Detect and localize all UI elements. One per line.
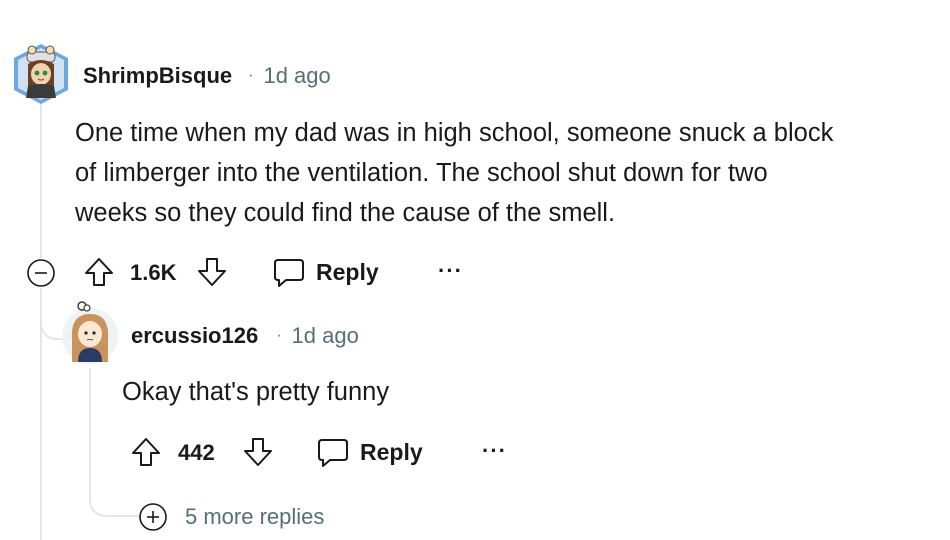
- downvote-button[interactable]: [196, 255, 228, 289]
- thread-line-main[interactable]: [40, 100, 42, 258]
- reply-button[interactable]: Reply: [272, 256, 379, 288]
- upvote-button[interactable]: [83, 255, 115, 289]
- reply-header: ercussio126 · 1d ago: [131, 323, 359, 349]
- collapse-button[interactable]: [26, 258, 56, 288]
- collapse-icon: [27, 259, 55, 287]
- reply-author[interactable]: ercussio126: [131, 323, 258, 349]
- thread-connector-more: [89, 480, 139, 517]
- comment-author[interactable]: ShrimpBisque: [83, 63, 232, 89]
- reply-icon: [318, 439, 348, 467]
- downvote-button[interactable]: [242, 435, 274, 469]
- thread-connector: [40, 288, 62, 340]
- meta-separator: ·: [248, 67, 254, 84]
- more-replies-label: 5 more replies: [185, 504, 325, 529]
- comment-body-line: of limberger into the ventilation. The s…: [75, 159, 768, 187]
- vote-count: 442: [178, 440, 215, 465]
- downvote-icon: [198, 258, 226, 286]
- more-options-button[interactable]: ···: [438, 258, 463, 284]
- vote-count: 1.6K: [130, 260, 177, 285]
- meta-separator: ·: [276, 327, 282, 344]
- comment-body-line: One time when my dad was in high school,…: [75, 119, 834, 147]
- comment-age[interactable]: 1d ago: [263, 63, 330, 89]
- more-replies-button[interactable]: 5 more replies: [138, 502, 324, 532]
- more-options-button[interactable]: ···: [482, 438, 507, 464]
- reply-body: Okay that's pretty funny: [122, 378, 390, 406]
- expand-icon: [139, 503, 167, 531]
- reply-label: Reply: [316, 258, 379, 285]
- reply-age[interactable]: 1d ago: [292, 323, 359, 349]
- comment-body-line: weeks so they could find the cause of th…: [75, 199, 616, 227]
- reply-icon: [274, 259, 304, 287]
- upvote-icon: [132, 438, 160, 466]
- comment-body: One time when my dad was in high school,…: [75, 113, 945, 233]
- reply-button[interactable]: Reply: [316, 436, 423, 468]
- avatar[interactable]: [10, 38, 72, 106]
- avatar-image: [14, 44, 68, 104]
- downvote-icon: [244, 438, 272, 466]
- upvote-icon: [85, 258, 113, 286]
- reply-label: Reply: [360, 438, 423, 465]
- avatar-image: [62, 301, 118, 364]
- upvote-button[interactable]: [130, 435, 162, 469]
- avatar[interactable]: [60, 300, 120, 368]
- comment-header: ShrimpBisque · 1d ago: [83, 63, 331, 89]
- thread-line-reply[interactable]: [89, 368, 91, 493]
